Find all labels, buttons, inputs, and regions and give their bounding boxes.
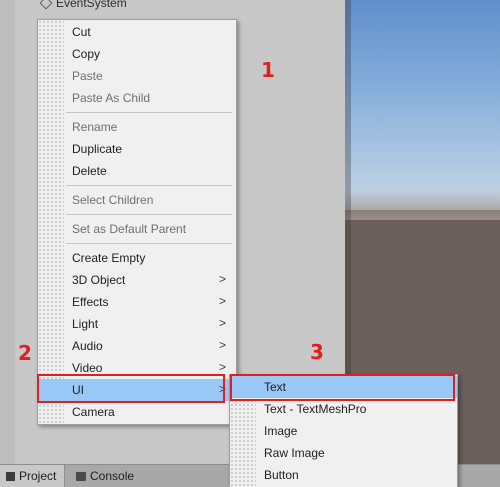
menu-item-label: Audio (72, 339, 103, 353)
menu-item-label: Copy (72, 47, 101, 61)
menu-item-paste-as-child: Paste As Child (38, 87, 236, 109)
menu-item-duplicate[interactable]: Duplicate (38, 138, 236, 160)
menu-item-label: Select Children (72, 193, 154, 207)
menu-item-label: Effects (72, 295, 109, 309)
scene-horizon (345, 190, 500, 220)
scene-sky (345, 0, 500, 210)
menu-item-label: Text - TextMeshPro (264, 402, 367, 416)
tab-console-label: Console (90, 469, 135, 483)
menu-item-label: Paste As Child (72, 91, 151, 105)
menu-item-label: Video (72, 361, 103, 375)
menu-item-label: Set as Default Parent (72, 222, 187, 236)
submenu-item-button[interactable]: Button (230, 464, 457, 486)
menu-item-effects[interactable]: Effects > (38, 291, 236, 313)
menu-item-3d-object[interactable]: 3D Object > (38, 269, 236, 291)
submenu-arrow-icon: > (218, 316, 226, 330)
tab-console[interactable]: Console (70, 465, 140, 487)
menu-item-label: Delete (72, 164, 107, 178)
menu-item-label: Cut (72, 25, 91, 39)
submenu-item-raw-image[interactable]: Raw Image (230, 442, 457, 464)
menu-item-label: Button (264, 468, 299, 482)
menu-item-label: Create Empty (72, 251, 146, 265)
menu-separator (66, 243, 232, 244)
step-annotation-2: 2 (18, 341, 32, 365)
menu-item-label: Image (264, 424, 298, 438)
menu-item-label: Camera (72, 405, 115, 419)
submenu-arrow-icon: > (218, 360, 226, 374)
step-annotation-3: 3 (310, 340, 324, 364)
menu-item-select-children: Select Children (38, 189, 236, 211)
menu-separator (66, 112, 232, 113)
submenu-arrow-icon: > (218, 294, 226, 308)
menu-item-label: 3D Object (72, 273, 126, 287)
menu-item-label: Light (72, 317, 99, 331)
menu-item-label: Raw Image (264, 446, 325, 460)
submenu-arrow-icon: > (218, 272, 226, 286)
menu-item-rename: Rename (38, 116, 236, 138)
menu-item-create-empty[interactable]: Create Empty (38, 247, 236, 269)
context-menu: Cut Copy Paste Paste As Child Rename Dup… (37, 19, 237, 425)
tab-project-label: Project (19, 469, 57, 483)
hierarchy-item-label: EventSystem (56, 0, 127, 10)
console-icon (76, 471, 86, 481)
highlight-box-text (230, 374, 455, 401)
menu-item-label: Duplicate (72, 142, 123, 156)
gameobject-icon (39, 0, 53, 10)
menu-item-paste: Paste (38, 65, 236, 87)
menu-separator (66, 214, 232, 215)
submenu-item-text-textmeshpro[interactable]: Text - TextMeshPro (230, 398, 457, 420)
submenu-item-image[interactable]: Image (230, 420, 457, 442)
hierarchy-left-strip (0, 0, 15, 464)
menu-item-copy[interactable]: Copy (38, 43, 236, 65)
menu-separator (66, 185, 232, 186)
menu-item-audio[interactable]: Audio > (38, 335, 236, 357)
hierarchy-item-eventsystem[interactable]: EventSystem (39, 0, 127, 12)
menu-item-label: Rename (72, 120, 118, 134)
menu-item-light[interactable]: Light > (38, 313, 236, 335)
project-icon (6, 471, 15, 481)
highlight-box-ui (37, 374, 225, 403)
tab-project[interactable]: Project (0, 465, 65, 487)
menu-item-delete[interactable]: Delete (38, 160, 236, 182)
menu-item-cut[interactable]: Cut (38, 21, 236, 43)
step-annotation-1: 1 (261, 58, 275, 82)
menu-item-camera[interactable]: Camera (38, 401, 236, 423)
submenu-arrow-icon: > (218, 338, 226, 352)
menu-item-label: Paste (72, 69, 103, 83)
menu-item-set-default-parent: Set as Default Parent (38, 218, 236, 240)
